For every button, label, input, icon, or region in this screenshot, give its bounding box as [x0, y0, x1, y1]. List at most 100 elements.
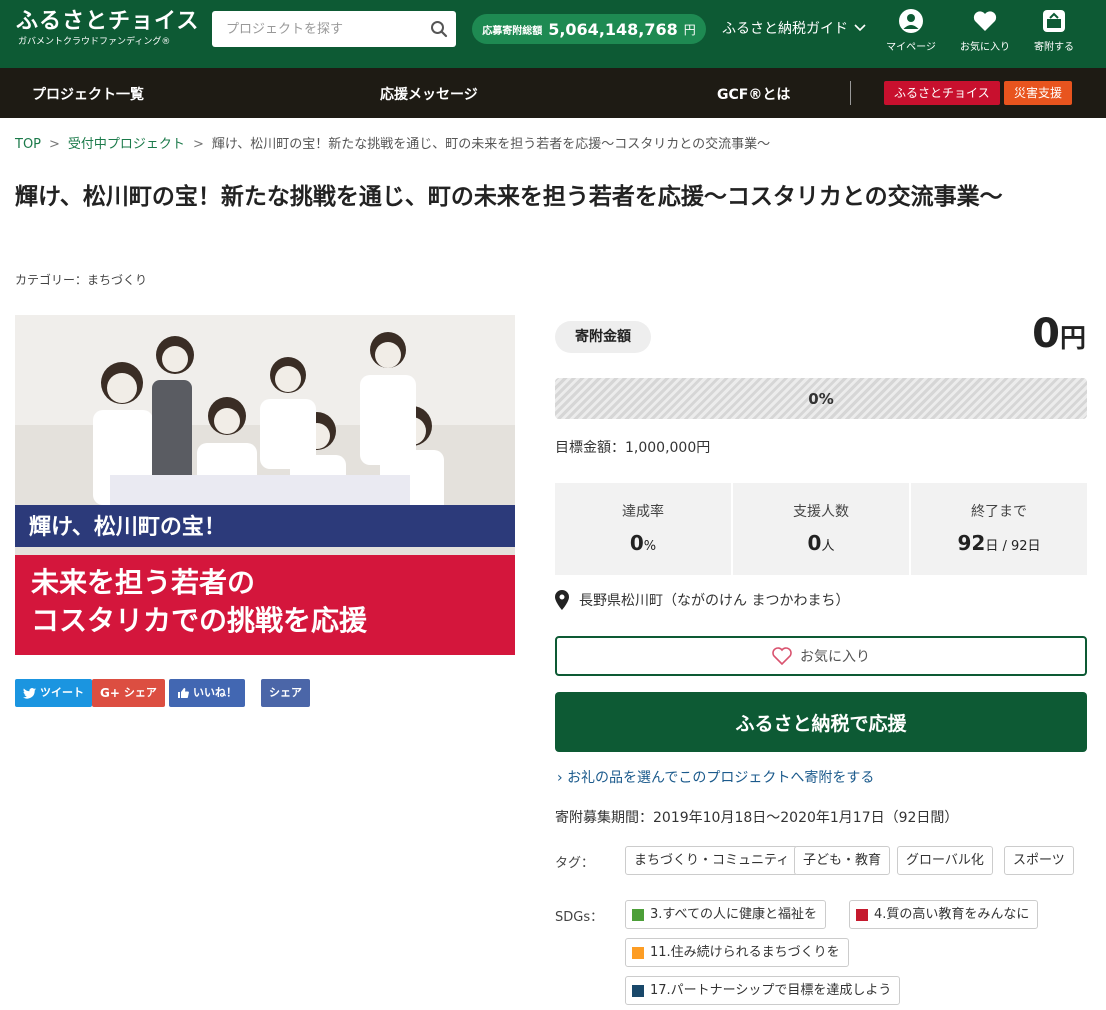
project-hero-image: 輝け、松川町の宝！ 未来を担う若者の コスタリカでの挑戦を応援: [15, 315, 515, 655]
total-unit: 円: [683, 22, 696, 37]
nav-messages[interactable]: 応援メッセージ: [380, 84, 478, 104]
tags-label: タグ：: [555, 856, 595, 871]
donate-link[interactable]: 寄附する: [1024, 8, 1084, 53]
sdg-item[interactable]: 11.住み続けられるまちづくりを: [625, 938, 849, 967]
favorite-button[interactable]: お気に入り: [555, 636, 1087, 676]
tag-item[interactable]: まちづくり・コミュニティ: [625, 846, 799, 875]
total-label: 応募寄附総額: [482, 25, 543, 37]
facebook-share-label: シェア: [269, 686, 302, 699]
tax-guide-menu[interactable]: ふるさと納税ガイド: [722, 18, 866, 38]
facebook-share-button[interactable]: シェア: [261, 679, 310, 707]
stat-rate: 達成率 0%: [555, 483, 731, 575]
tag-item[interactable]: グローバル化: [897, 846, 993, 875]
user-icon: [899, 9, 923, 33]
heart-outline-icon: [772, 647, 792, 665]
page-title: 輝け、松川町の宝！新たな挑戦を通じ、町の未来を担う若者を応援～コスタリカとの交流…: [15, 184, 1003, 210]
like-button[interactable]: いいね！: [169, 679, 245, 707]
tweet-button[interactable]: ツイート: [15, 679, 92, 707]
amount-unit: 円: [1059, 324, 1086, 354]
donate-cta-button[interactable]: ふるさと納税で応援: [555, 692, 1087, 752]
sdg-item[interactable]: 17.パートナーシップで目標を達成しよう: [625, 976, 901, 1005]
nav-badge-choice[interactable]: ふるさとチョイス: [884, 81, 1000, 105]
sdg-label: 17.パートナーシップで目標を達成しよう: [650, 983, 892, 998]
search-input[interactable]: [212, 11, 422, 47]
thumbs-up-icon: [178, 688, 189, 698]
mypage-link[interactable]: マイページ: [881, 8, 941, 53]
stat-rate-label: 達成率: [622, 504, 664, 520]
progress-text: 0%: [808, 389, 834, 408]
sdg-item[interactable]: 4.質の高い教育をみんなに: [849, 900, 1039, 929]
twitter-icon: [23, 687, 36, 699]
sdg-label: 3.すべての人に健康と福祉を: [650, 907, 817, 922]
goal-amount: 目標金額：1,000,000円: [555, 440, 711, 456]
sdg-label: 4.質の高い教育をみんなに: [874, 907, 1030, 922]
amount-value: 0: [1032, 311, 1060, 357]
breadcrumb: TOP > 受付中プロジェクト > 輝け、松川町の宝！新たな挑戦を通じ、町の未来を担う若…: [15, 133, 770, 152]
tag-item[interactable]: 子ども・教育: [794, 846, 891, 875]
nav-divider: [850, 81, 851, 105]
hero-line1: 輝け、松川町の宝！: [29, 515, 226, 540]
hero-line2: 未来を担う若者の: [31, 566, 256, 599]
logo-main: ふるさとチョイス: [16, 8, 200, 34]
amount-label: 寄附金額: [555, 321, 651, 353]
stat-remaining: 終了まで 92日 / 92日: [911, 483, 1087, 575]
progress-bar: 0%: [555, 378, 1087, 419]
site-logo[interactable]: ふるさとチョイス ガバメントクラウドファンディング®: [16, 8, 199, 48]
hero-banner-bottom: 未来を担う若者の コスタリカでの挑戦を応援: [15, 555, 515, 655]
stat-rate-unit: %: [643, 539, 657, 554]
gift-link[interactable]: › お礼の品を選んでこのプロジェクトへ寄附をする: [557, 767, 874, 787]
sdgs-label: SDGs：: [555, 910, 604, 925]
nav-about[interactable]: GCF®とは: [717, 84, 790, 104]
nav-projects[interactable]: プロジェクト一覧: [32, 84, 144, 104]
gplus-label: シェア: [123, 686, 157, 699]
breadcrumb-current: 輝け、松川町の宝！新たな挑戦を通じ、町の未来を担う若者を応援～コスタリカとの交流…: [211, 137, 771, 152]
tweet-label: ツイート: [40, 686, 84, 699]
donation-period: 寄附募集期間：2019年10月18日～2020年1月17日（92日間）: [555, 810, 959, 826]
project-location: 長野県松川町（ながのけん まつかわまち）: [555, 590, 849, 610]
stat-supporters-label: 支援人数: [793, 504, 849, 520]
breadcrumb-top[interactable]: TOP: [15, 137, 41, 152]
gplus-share-button[interactable]: G+ シェア: [92, 679, 165, 707]
heart-icon: [973, 11, 997, 31]
project-category: カテゴリー：まちづくり: [15, 273, 148, 287]
stat-supporters: 支援人数 0人: [733, 483, 909, 575]
tag-item[interactable]: スポーツ: [1004, 846, 1074, 875]
top-header: ふるさとチョイス ガバメントクラウドファンディング® 応募寄附総額 5,064,…: [0, 0, 1106, 68]
breadcrumb-accepting[interactable]: 受付中プロジェクト: [68, 137, 185, 152]
search-button[interactable]: [422, 11, 456, 47]
sdg-17-icon: [632, 984, 644, 997]
mypage-label: マイページ: [886, 42, 936, 53]
favorites-link[interactable]: お気に入り: [955, 8, 1015, 53]
total-donations: 応募寄附総額 5,064,148,768 円: [472, 14, 706, 44]
donate-box-icon: [1043, 10, 1065, 32]
sdg-11-icon: [632, 946, 644, 959]
stat-supporters-value: 0: [807, 531, 822, 555]
search-icon: [431, 21, 448, 38]
funding-stats: 達成率 0% 支援人数 0人 終了まで 92日 / 92日: [555, 483, 1087, 575]
stat-rate-value: 0: [629, 531, 644, 555]
stat-remaining-value: 92: [957, 531, 986, 555]
location-text: 長野県松川町（ながのけん まつかわまち）: [579, 593, 850, 609]
hero-line3: コスタリカでの挑戦を応援: [31, 604, 368, 637]
breadcrumb-separator: >: [49, 137, 60, 152]
nav-badge-disaster[interactable]: 災害支援: [1004, 81, 1073, 105]
sdg-item[interactable]: 3.すべての人に健康と福祉を: [625, 900, 826, 929]
favorites-label: お気に入り: [960, 42, 1010, 53]
logo-sub: ガバメントクラウドファンディング®: [18, 37, 171, 47]
like-label: いいね！: [193, 686, 237, 699]
chevron-right-icon: ›: [557, 770, 563, 786]
total-value: 5,064,148,768: [548, 19, 678, 39]
tax-guide-label: ふるさと納税ガイド: [722, 21, 848, 37]
google-plus-icon: G+: [100, 686, 120, 700]
sdg-label: 11.住み続けられるまちづくりを: [650, 945, 840, 960]
sdg-4-icon: [856, 908, 868, 921]
gift-link-label: お礼の品を選んでこのプロジェクトへ寄附をする: [567, 770, 875, 786]
stat-supporters-unit: 人: [821, 539, 835, 554]
stat-remaining-label: 終了まで: [971, 504, 1027, 520]
sdg-3-icon: [632, 908, 644, 921]
map-pin-icon: [555, 590, 569, 610]
stat-remaining-unit: 日 / 92日: [985, 539, 1041, 554]
favorite-label: お気に入り: [800, 649, 870, 665]
donation-amount: 0円: [1032, 311, 1086, 357]
breadcrumb-separator: >: [192, 137, 204, 152]
